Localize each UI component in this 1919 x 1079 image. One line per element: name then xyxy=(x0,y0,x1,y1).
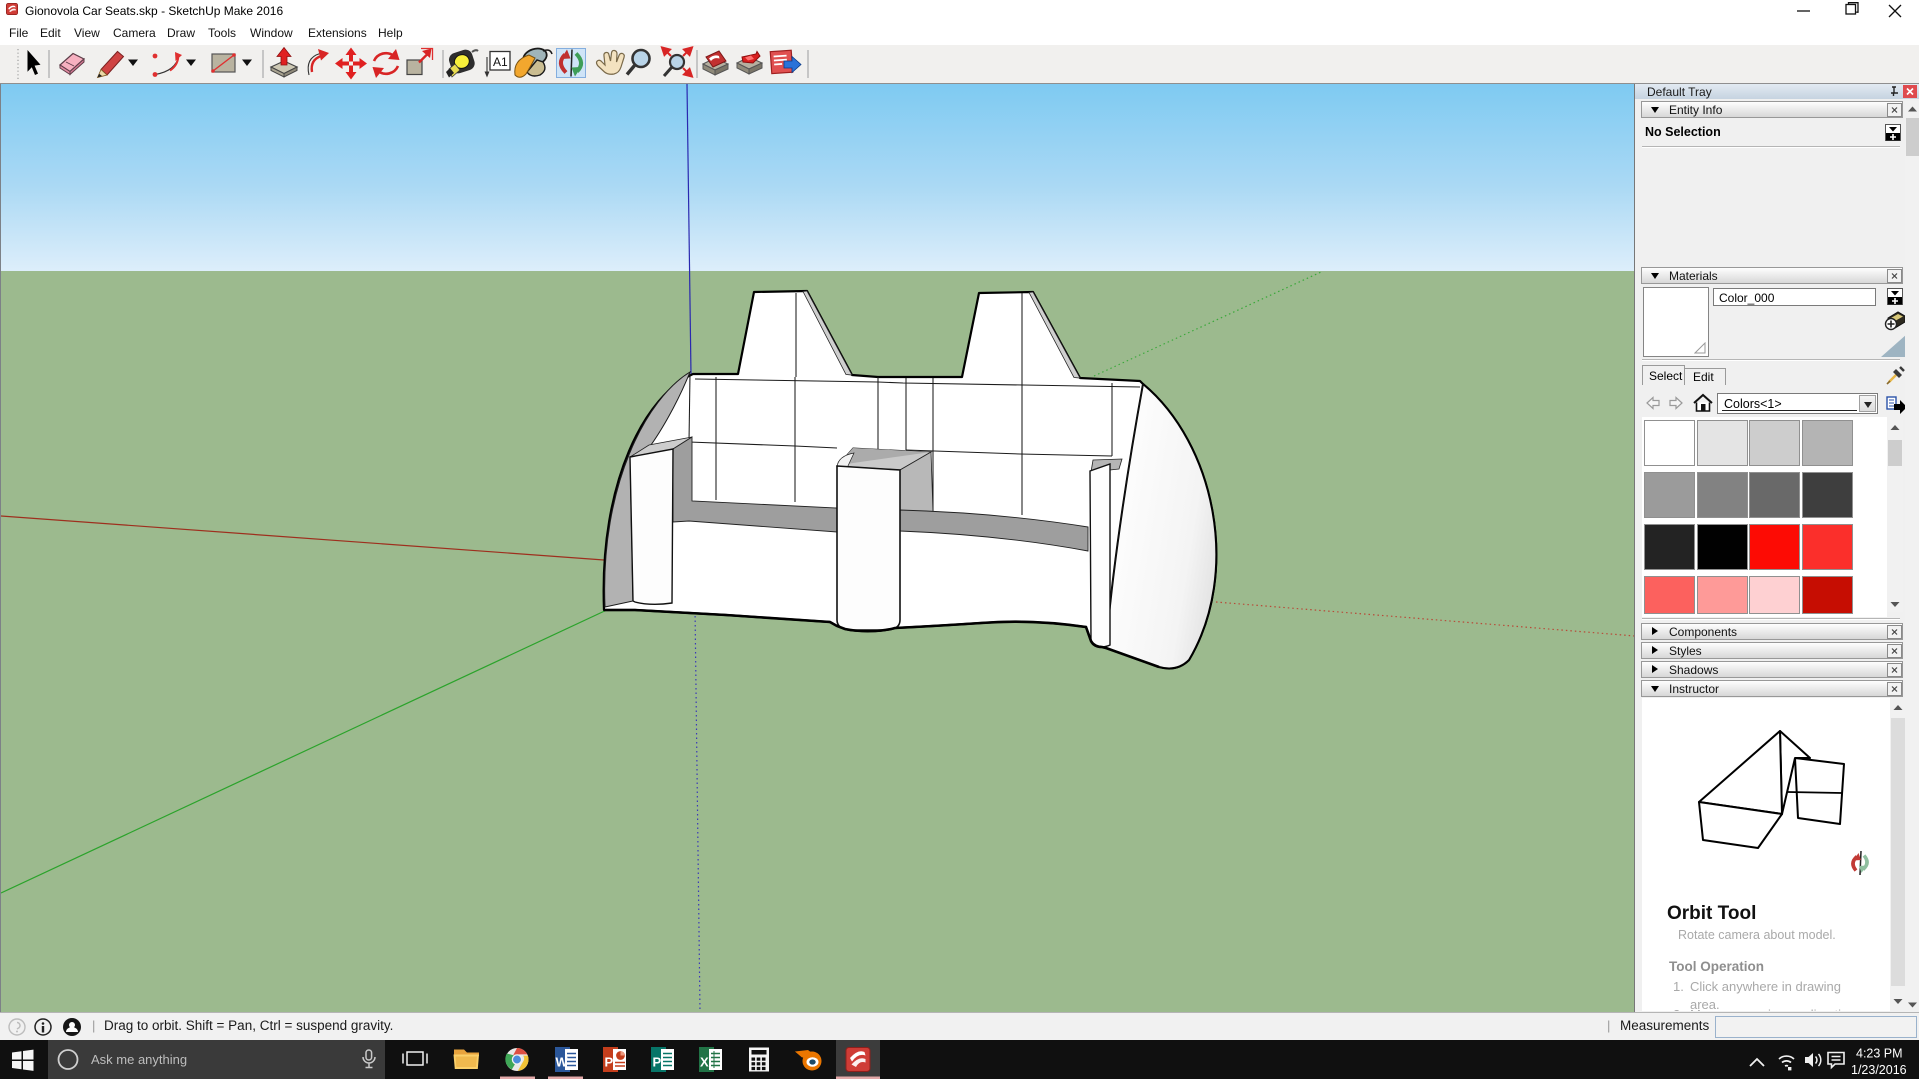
svg-text:P: P xyxy=(653,1055,662,1070)
svg-text:A1: A1 xyxy=(493,55,508,69)
svg-text:X: X xyxy=(700,1055,709,1070)
svg-text:P: P xyxy=(605,1055,614,1070)
svg-text:Ask me anything: Ask me anything xyxy=(91,1052,187,1067)
svg-text:4:23 PM: 4:23 PM xyxy=(1856,1047,1903,1061)
svg-text:W: W xyxy=(556,1055,569,1070)
svg-text:1/23/2016: 1/23/2016 xyxy=(1851,1063,1907,1077)
